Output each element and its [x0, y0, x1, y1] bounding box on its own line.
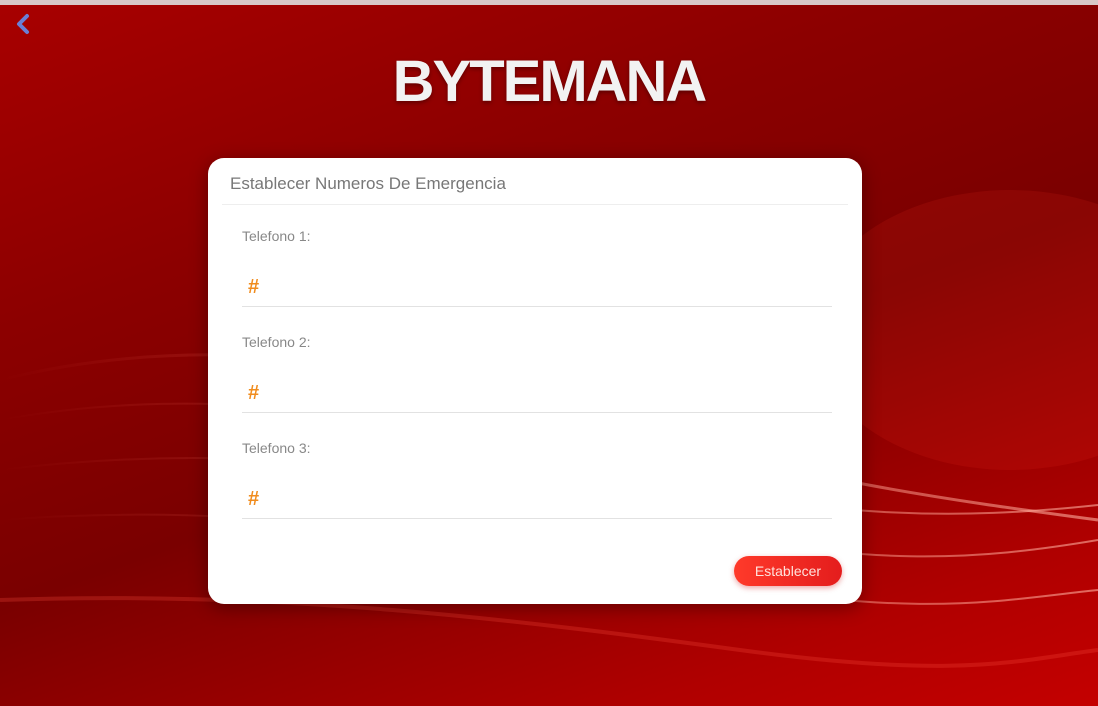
phone-2-label: Telefono 2: [242, 334, 311, 350]
emergency-numbers-card: Establecer Numeros De Emergencia Telefon… [208, 158, 862, 604]
phone-2-field: # [242, 372, 832, 413]
phone-1-label: Telefono 1: [242, 228, 311, 244]
hash-icon: # [248, 382, 260, 404]
hash-icon: # [248, 276, 260, 298]
back-button[interactable] [10, 10, 38, 38]
phone-2-input[interactable] [278, 378, 822, 408]
phone-3-field: # [242, 478, 832, 519]
chevron-left-icon [17, 14, 29, 34]
phone-3-input[interactable] [278, 484, 822, 514]
app-screen: BYTEMANA Establecer Numeros De Emergenci… [0, 0, 1098, 706]
card-title: Establecer Numeros De Emergencia [230, 174, 506, 193]
app-logo: BYTEMANA [392, 49, 708, 114]
phone-1-input[interactable] [278, 272, 822, 302]
top-border [0, 0, 1098, 5]
phone-3-label: Telefono 3: [242, 440, 311, 456]
submit-button[interactable]: Establecer [734, 556, 842, 586]
card-divider [222, 204, 848, 205]
hash-icon: # [248, 488, 260, 510]
phone-1-field: # [242, 266, 832, 307]
